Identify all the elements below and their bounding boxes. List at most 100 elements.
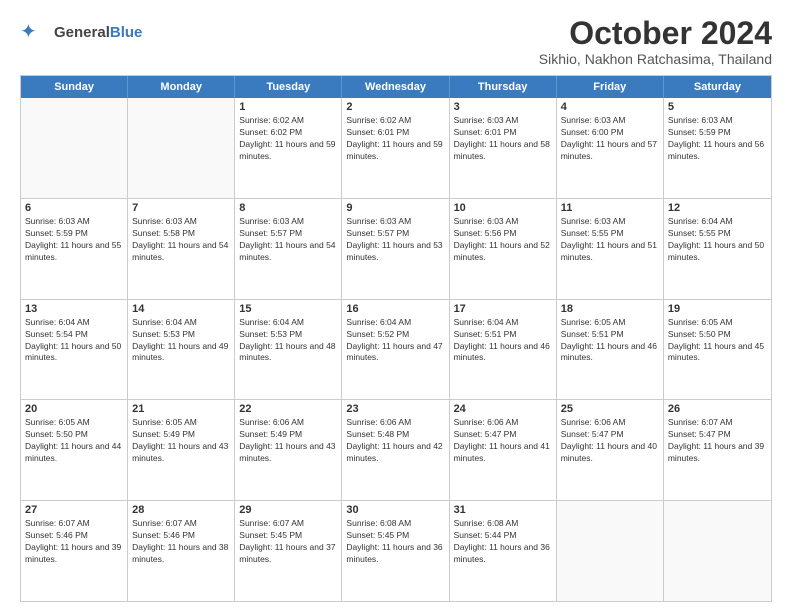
- title-block: October 2024 Sikhio, Nakhon Ratchasima, …: [539, 16, 772, 67]
- day-info: Sunrise: 6:03 AMSunset: 5:57 PMDaylight:…: [346, 216, 444, 264]
- day-number: 2: [346, 101, 444, 113]
- day-number: 16: [346, 303, 444, 315]
- day-info: Sunrise: 6:06 AMSunset: 5:49 PMDaylight:…: [239, 417, 337, 465]
- day-info: Sunrise: 6:04 AMSunset: 5:52 PMDaylight:…: [346, 317, 444, 365]
- day-number: 27: [25, 504, 123, 516]
- calendar-cell: [664, 501, 771, 601]
- logo-blue: Blue: [110, 24, 143, 41]
- day-number: 11: [561, 202, 659, 214]
- day-number: 19: [668, 303, 767, 315]
- day-number: 24: [454, 403, 552, 415]
- day-number: 15: [239, 303, 337, 315]
- day-number: 31: [454, 504, 552, 516]
- calendar-cell: 13Sunrise: 6:04 AMSunset: 5:54 PMDayligh…: [21, 300, 128, 400]
- day-number: 1: [239, 101, 337, 113]
- day-number: 12: [668, 202, 767, 214]
- calendar-header-cell: Wednesday: [342, 76, 449, 98]
- calendar-cell: [128, 98, 235, 198]
- day-info: Sunrise: 6:08 AMSunset: 5:45 PMDaylight:…: [346, 518, 444, 566]
- calendar: SundayMondayTuesdayWednesdayThursdayFrid…: [20, 75, 772, 602]
- day-info: Sunrise: 6:05 AMSunset: 5:50 PMDaylight:…: [25, 417, 123, 465]
- day-info: Sunrise: 6:07 AMSunset: 5:45 PMDaylight:…: [239, 518, 337, 566]
- calendar-cell: 11 Sunrise: 6:03 AMSunset: 5:55 PMDayligh…: [557, 199, 664, 299]
- day-info: Sunrise: 6:05 AMSunset: 5:51 PMDaylight:…: [561, 317, 659, 365]
- day-number: 6: [25, 202, 123, 214]
- day-number: 28: [132, 504, 230, 516]
- calendar-cell: 4 Sunrise: 6:03 AMSunset: 6:00 PMDaylight…: [557, 98, 664, 198]
- calendar-header: SundayMondayTuesdayWednesdayThursdayFrid…: [21, 76, 771, 98]
- svg-text:✦: ✦: [20, 21, 37, 43]
- calendar-cell: 5 Sunrise: 6:03 AMSunset: 5:59 PMDaylight…: [664, 98, 771, 198]
- day-number: 30: [346, 504, 444, 516]
- day-info: Sunrise: 6:03 AMSunset: 5:55 PMDaylight:…: [561, 216, 659, 264]
- header: ✦ General Blue October 2024 Sikhio, Nakh…: [20, 16, 772, 67]
- calendar-cell: 20 Sunrise: 6:05 AMSunset: 5:50 PMDayligh…: [21, 400, 128, 500]
- day-number: 7: [132, 202, 230, 214]
- day-info: Sunrise: 6:07 AMSunset: 5:46 PMDaylight:…: [25, 518, 123, 566]
- day-info: Sunrise: 6:04 AMSunset: 5:53 PMDaylight:…: [239, 317, 337, 365]
- calendar-cell: 24 Sunrise: 6:06 AMSunset: 5:47 PMDayligh…: [450, 400, 557, 500]
- day-info: Sunrise: 6:03 AMSunset: 5:59 PMDaylight:…: [668, 115, 767, 163]
- calendar-header-cell: Friday: [557, 76, 664, 98]
- calendar-cell: 1Sunrise: 6:02 AMSunset: 6:02 PMDaylight…: [235, 98, 342, 198]
- logo: ✦ General Blue: [20, 20, 142, 44]
- logo-icon: ✦: [20, 20, 52, 44]
- calendar-cell: 25Sunrise: 6:06 AMSunset: 5:47 PMDayligh…: [557, 400, 664, 500]
- day-info: Sunrise: 6:08 AMSunset: 5:44 PMDaylight:…: [454, 518, 552, 566]
- page-subtitle: Sikhio, Nakhon Ratchasima, Thailand: [539, 51, 772, 67]
- calendar-cell: 27 Sunrise: 6:07 AMSunset: 5:46 PMDayligh…: [21, 501, 128, 601]
- calendar-header-cell: Monday: [128, 76, 235, 98]
- day-info: Sunrise: 6:06 AMSunset: 5:47 PMDaylight:…: [454, 417, 552, 465]
- calendar-cell: 8 Sunrise: 6:03 AMSunset: 5:57 PMDaylight…: [235, 199, 342, 299]
- calendar-cell: 9 Sunrise: 6:03 AMSunset: 5:57 PMDaylight…: [342, 199, 449, 299]
- page-title: October 2024: [539, 16, 772, 51]
- day-number: 8: [239, 202, 337, 214]
- calendar-cell: 23Sunrise: 6:06 AMSunset: 5:48 PMDayligh…: [342, 400, 449, 500]
- day-info: Sunrise: 6:02 AMSunset: 6:01 PMDaylight:…: [346, 115, 444, 163]
- calendar-cell: 16 Sunrise: 6:04 AMSunset: 5:52 PMDayligh…: [342, 300, 449, 400]
- day-info: Sunrise: 6:04 AMSunset: 5:55 PMDaylight:…: [668, 216, 767, 264]
- calendar-cell: 22Sunrise: 6:06 AMSunset: 5:49 PMDayligh…: [235, 400, 342, 500]
- calendar-week: 27 Sunrise: 6:07 AMSunset: 5:46 PMDayligh…: [21, 500, 771, 601]
- calendar-cell: [21, 98, 128, 198]
- day-number: 21: [132, 403, 230, 415]
- day-info: Sunrise: 6:05 AMSunset: 5:49 PMDaylight:…: [132, 417, 230, 465]
- calendar-header-cell: Saturday: [664, 76, 771, 98]
- day-number: 5: [668, 101, 767, 113]
- calendar-cell: 15 Sunrise: 6:04 AMSunset: 5:53 PMDayligh…: [235, 300, 342, 400]
- calendar-cell: 7 Sunrise: 6:03 AMSunset: 5:58 PMDaylight…: [128, 199, 235, 299]
- day-info: Sunrise: 6:03 AMSunset: 5:57 PMDaylight:…: [239, 216, 337, 264]
- logo-general: General: [54, 24, 110, 41]
- day-number: 20: [25, 403, 123, 415]
- calendar-header-cell: Tuesday: [235, 76, 342, 98]
- calendar-week: 6 Sunrise: 6:03 AMSunset: 5:59 PMDaylight…: [21, 198, 771, 299]
- calendar-cell: 6 Sunrise: 6:03 AMSunset: 5:59 PMDaylight…: [21, 199, 128, 299]
- calendar-cell: 30 Sunrise: 6:08 AMSunset: 5:45 PMDayligh…: [342, 501, 449, 601]
- day-number: 10: [454, 202, 552, 214]
- day-number: 14: [132, 303, 230, 315]
- day-info: Sunrise: 6:05 AMSunset: 5:50 PMDaylight:…: [668, 317, 767, 365]
- calendar-cell: 3 Sunrise: 6:03 AMSunset: 6:01 PMDaylight…: [450, 98, 557, 198]
- day-info: Sunrise: 6:03 AMSunset: 5:58 PMDaylight:…: [132, 216, 230, 264]
- day-info: Sunrise: 6:03 AMSunset: 5:56 PMDaylight:…: [454, 216, 552, 264]
- calendar-cell: 31 Sunrise: 6:08 AMSunset: 5:44 PMDayligh…: [450, 501, 557, 601]
- day-info: Sunrise: 6:03 AMSunset: 6:01 PMDaylight:…: [454, 115, 552, 163]
- day-number: 23: [346, 403, 444, 415]
- day-info: Sunrise: 6:03 AMSunset: 6:00 PMDaylight:…: [561, 115, 659, 163]
- day-number: 13: [25, 303, 123, 315]
- day-number: 29: [239, 504, 337, 516]
- calendar-week: 20 Sunrise: 6:05 AMSunset: 5:50 PMDayligh…: [21, 399, 771, 500]
- day-info: Sunrise: 6:07 AMSunset: 5:46 PMDaylight:…: [132, 518, 230, 566]
- day-info: Sunrise: 6:04 AMSunset: 5:51 PMDaylight:…: [454, 317, 552, 365]
- calendar-cell: 2 Sunrise: 6:02 AMSunset: 6:01 PMDaylight…: [342, 98, 449, 198]
- page: ✦ General Blue October 2024 Sikhio, Nakh…: [0, 0, 792, 612]
- day-info: Sunrise: 6:03 AMSunset: 5:59 PMDaylight:…: [25, 216, 123, 264]
- calendar-header-cell: Thursday: [450, 76, 557, 98]
- calendar-header-cell: Sunday: [21, 76, 128, 98]
- calendar-cell: 28 Sunrise: 6:07 AMSunset: 5:46 PMDayligh…: [128, 501, 235, 601]
- day-number: 3: [454, 101, 552, 113]
- day-number: 4: [561, 101, 659, 113]
- calendar-cell: 29 Sunrise: 6:07 AMSunset: 5:45 PMDayligh…: [235, 501, 342, 601]
- calendar-cell: 10 Sunrise: 6:03 AMSunset: 5:56 PMDayligh…: [450, 199, 557, 299]
- day-number: 9: [346, 202, 444, 214]
